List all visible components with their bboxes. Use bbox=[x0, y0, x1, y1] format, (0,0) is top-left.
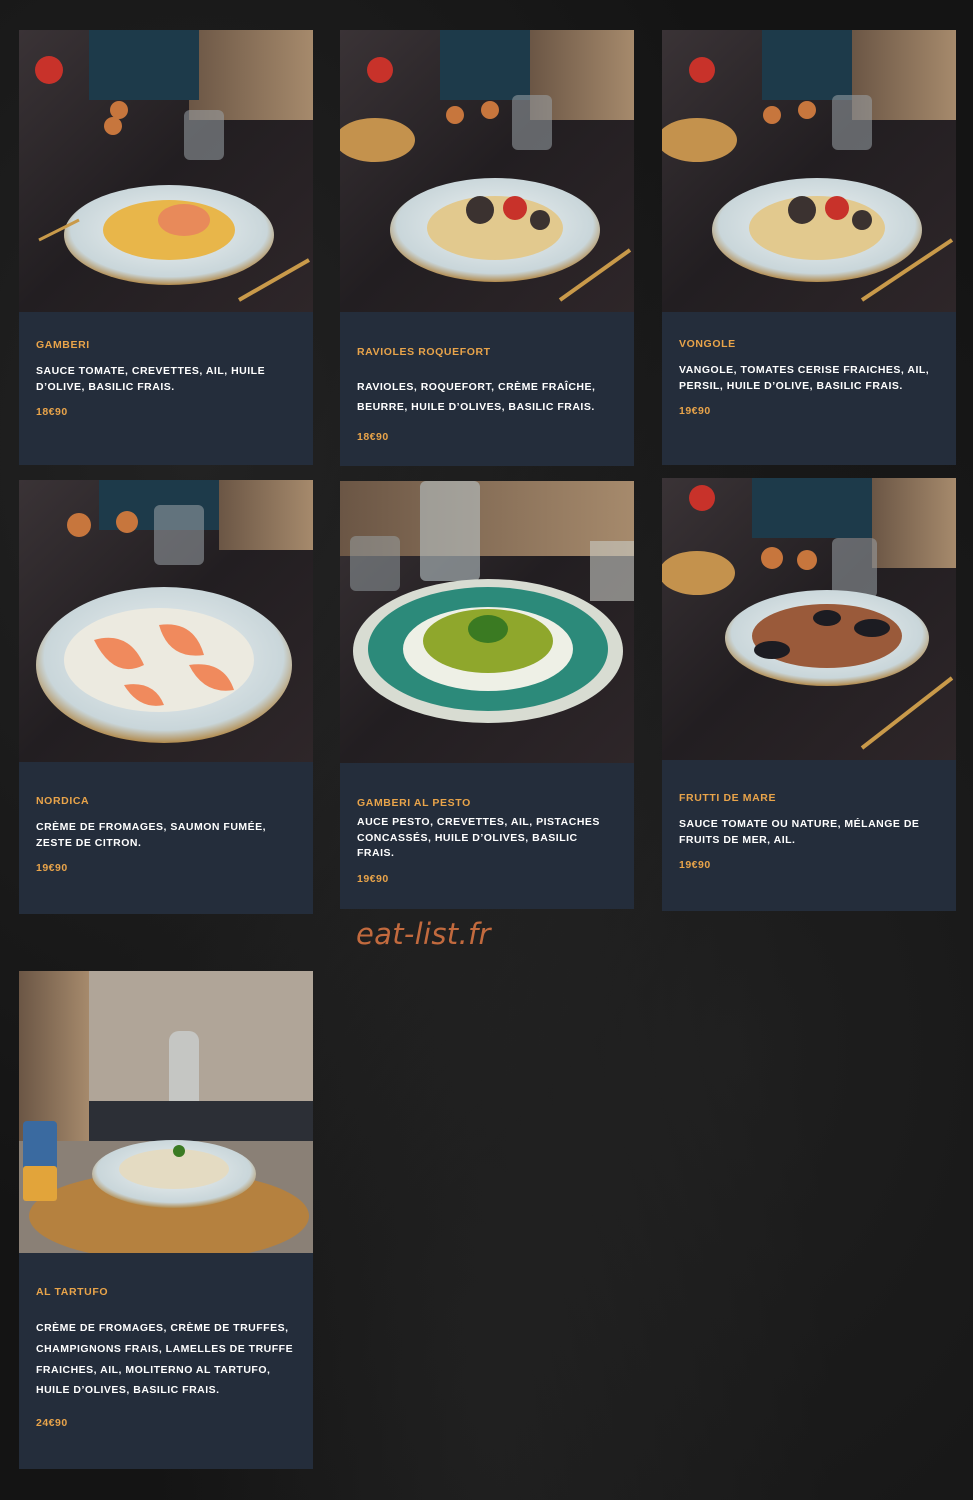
dish-card-gamberi[interactable]: GAMBERI SAUCE TOMATE, CREVETTES, AIL, HU… bbox=[19, 30, 313, 465]
watermark: eat-list.fr bbox=[356, 917, 491, 951]
pesto-pasta-photo bbox=[340, 481, 634, 763]
dish-price: 19€90 bbox=[679, 859, 711, 871]
dish-name: GAMBERI bbox=[36, 339, 90, 351]
dish-description: AUCE PESTO, CREVETTES, AIL, PISTACHES CO… bbox=[357, 816, 600, 859]
dish-name: VONGOLE bbox=[679, 338, 736, 350]
spaghetti-clams-photo bbox=[662, 30, 956, 312]
dish-description: SAUCE TOMATE, CREVETTES, AIL, HUILE D’OL… bbox=[36, 365, 266, 393]
dish-name: GAMBERI AL PESTO bbox=[357, 797, 471, 809]
dish-card-vongole[interactable]: VONGOLE VANGOLE, TOMATES CERISE FRAICHES… bbox=[662, 30, 956, 465]
dish-price: 19€90 bbox=[679, 405, 711, 417]
salmon-cream-photo bbox=[19, 480, 313, 762]
spaghetti-clams-photo bbox=[340, 30, 634, 312]
dish-name: NORDICA bbox=[36, 795, 90, 807]
dish-description: RAVIOLES, ROQUEFORT, CRÈME FRAÎCHE, BEUR… bbox=[357, 381, 596, 413]
dish-card-al-tartufo[interactable]: AL TARTUFO CRÈME DE FROMAGES, CRÈME DE T… bbox=[19, 971, 313, 1469]
dish-description: CRÈME DE FROMAGES, SAUMON FUMÉE, ZESTE D… bbox=[36, 821, 267, 849]
dish-card-ravioles-roquefort[interactable]: RAVIOLES ROQUEFORT RAVIOLES, ROQUEFORT, … bbox=[340, 30, 634, 466]
dish-card-nordica[interactable]: NORDICA CRÈME DE FROMAGES, SAUMON FUMÉE,… bbox=[19, 480, 313, 914]
dish-price: 18€90 bbox=[36, 406, 68, 418]
dish-description: CRÈME DE FROMAGES, CRÈME DE TRUFFES, CHA… bbox=[36, 1322, 294, 1397]
seafood-pasta-photo bbox=[662, 478, 956, 760]
dish-price: 24€90 bbox=[36, 1417, 68, 1430]
penne-shrimp-photo bbox=[19, 30, 313, 312]
dish-price: 18€90 bbox=[357, 431, 389, 443]
truffle-pasta-photo bbox=[19, 971, 313, 1253]
dish-name: RAVIOLES ROQUEFORT bbox=[357, 346, 491, 358]
dish-card-gamberi-al-pesto[interactable]: GAMBERI AL PESTO AUCE PESTO, CREVETTES, … bbox=[340, 481, 634, 909]
dish-card-frutti-de-mare[interactable]: FRUTTI DE MARE SAUCE TOMATE OU NATURE, M… bbox=[662, 478, 956, 911]
dish-name: FRUTTI DE MARE bbox=[679, 792, 777, 804]
dish-description: VANGOLE, TOMATES CERISE FRAICHES, AIL, P… bbox=[679, 364, 930, 392]
dish-description: SAUCE TOMATE OU NATURE, MÉLANGE DE FRUIT… bbox=[679, 818, 920, 846]
dish-name: AL TARTUFO bbox=[36, 1286, 109, 1298]
dish-price: 19€90 bbox=[357, 872, 389, 885]
dish-price: 19€90 bbox=[36, 862, 68, 874]
